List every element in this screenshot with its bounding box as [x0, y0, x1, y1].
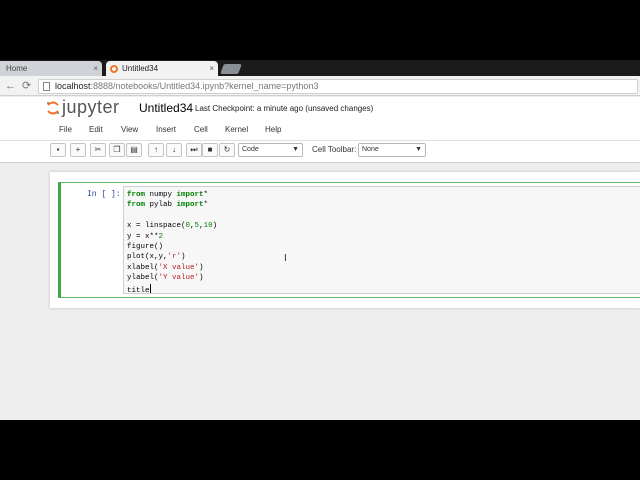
insert-cell-button[interactable]: + — [70, 143, 86, 157]
jupyter-logo-text: jupyter — [62, 97, 120, 117]
close-icon[interactable]: × — [93, 61, 98, 76]
letterbox-bottom — [0, 420, 640, 480]
cell-toolbar-value: None — [362, 146, 379, 153]
jupyter-logo-icon — [47, 101, 59, 115]
cell-toolbar-select[interactable]: None ▼ — [358, 143, 426, 157]
page-icon — [43, 82, 50, 91]
back-arrow-icon[interactable]: ← — [5, 79, 16, 93]
paste-button[interactable]: ▤ — [126, 143, 142, 157]
url-path: :8888/notebooks/Untitled34.ipynb?kernel_… — [90, 81, 319, 91]
close-icon[interactable]: × — [209, 61, 214, 76]
menu-cell[interactable]: Cell — [194, 125, 208, 134]
cut-button[interactable]: ✂ — [90, 143, 106, 157]
code-line-4: x = linspace(0,5,10) — [127, 222, 218, 231]
url-text: localhost:8888/notebooks/Untitled34.ipyn… — [55, 80, 318, 93]
move-up-button[interactable]: ↑ — [148, 143, 164, 157]
cell-type-value: Code — [242, 146, 259, 153]
move-down-button[interactable]: ↓ — [166, 143, 182, 157]
letterbox-top — [0, 0, 640, 60]
cell-type-select[interactable]: Code ▼ — [238, 143, 303, 157]
run-button[interactable]: ⏭ — [186, 143, 202, 157]
code-text: from numpy import* from pylab import* x … — [127, 190, 217, 296]
menu-insert[interactable]: Insert — [156, 125, 176, 134]
code-editor[interactable]: from numpy import* from pylab import* x … — [123, 186, 640, 296]
code-line-2: from pylab import* — [127, 201, 209, 210]
chevron-down-icon: ▼ — [415, 146, 422, 153]
text-cursor — [149, 283, 151, 293]
code-cell[interactable]: In [ ]: from numpy import* from pylab im… — [58, 182, 640, 298]
browser-tab-strip: Home × Untitled34 × — [0, 60, 640, 76]
cell-prompt: In [ ]: — [87, 190, 121, 199]
notebook-area: In [ ]: from numpy import* from pylab im… — [0, 164, 640, 420]
i-beam-cursor-icon: I — [284, 253, 287, 264]
cell-toolbar-label: Cell Toolbar: — [312, 145, 357, 154]
code-line-8: xlabel('X value') — [127, 263, 204, 272]
tab-untitled34[interactable]: Untitled34 × — [106, 61, 218, 76]
chevron-down-icon: ▼ — [292, 146, 299, 153]
code-line-7: plot(x,y,'r') — [127, 253, 186, 262]
save-button[interactable]: ▪ — [50, 143, 66, 157]
screen: Home × Untitled34 × ← ⟳ localhost:8888/n… — [0, 60, 640, 420]
url-input[interactable]: localhost:8888/notebooks/Untitled34.ipyn… — [38, 79, 638, 94]
new-tab-button[interactable] — [220, 64, 242, 74]
notebook-name[interactable]: Untitled34 — [139, 101, 193, 115]
code-line-10: title — [127, 283, 151, 295]
notebook-toolbar: ▪ + ✂ ❐ ▤ ↑ ↓ ⏭ ■ ↻ Code ▼ Cell Toolbar:… — [0, 141, 640, 163]
code-line-9: ylabel('Y value') — [127, 274, 204, 283]
tab-home[interactable]: Home × — [0, 61, 102, 76]
tab-home-label: Home — [6, 64, 28, 73]
menu-bar: File Edit View Insert Cell Kernel Help — [0, 119, 640, 141]
reload-icon[interactable]: ⟳ — [22, 79, 31, 93]
tab-untitled34-label: Untitled34 — [122, 64, 159, 73]
menu-view[interactable]: View — [121, 125, 138, 134]
address-bar: ← ⟳ localhost:8888/notebooks/Untitled34.… — [0, 76, 640, 96]
notebook-page: In [ ]: from numpy import* from pylab im… — [50, 172, 640, 308]
jupyter-favicon-icon — [110, 65, 118, 73]
jupyter-header: jupyter Untitled34 Last Checkpoint: a mi… — [0, 97, 640, 119]
checkpoint-status: Last Checkpoint: a minute ago (unsaved c… — [195, 104, 374, 113]
code-line-6: figure() — [127, 243, 164, 252]
restart-button[interactable]: ↻ — [219, 143, 235, 157]
copy-button[interactable]: ❐ — [109, 143, 125, 157]
url-host: localhost — [55, 81, 91, 91]
menu-help[interactable]: Help — [265, 125, 281, 134]
code-line-1: from numpy import* — [127, 191, 209, 199]
stop-button[interactable]: ■ — [202, 143, 218, 157]
menu-edit[interactable]: Edit — [89, 125, 103, 134]
code-line-5: y = x**2 — [127, 232, 164, 241]
menu-kernel[interactable]: Kernel — [225, 125, 248, 134]
menu-file[interactable]: File — [59, 125, 72, 134]
